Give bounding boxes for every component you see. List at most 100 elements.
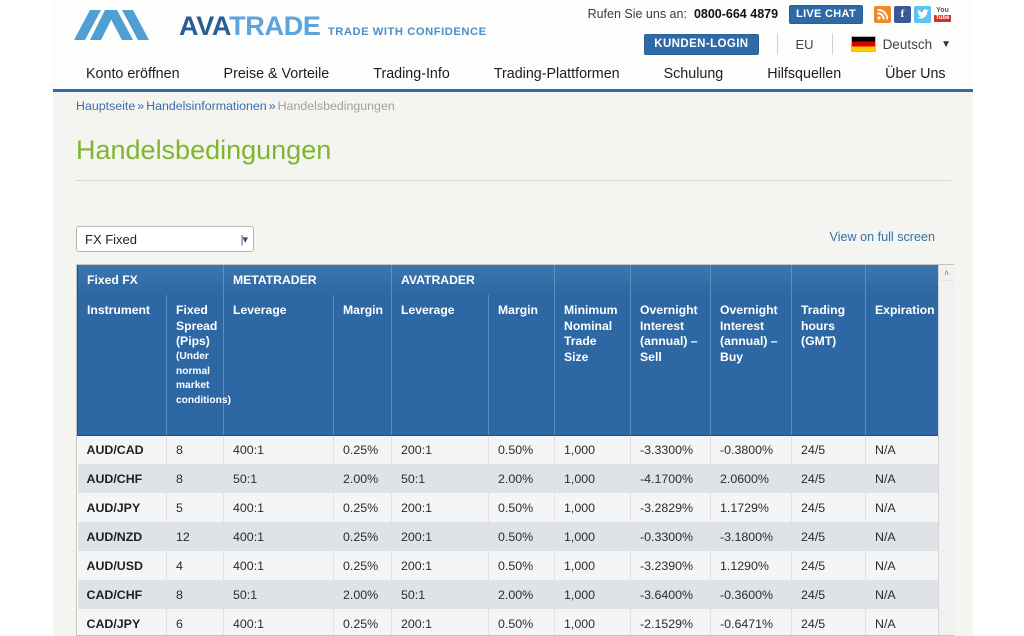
table-cell: 0.50% bbox=[488, 493, 556, 522]
col-header-mt-margin[interactable]: Margin bbox=[333, 295, 393, 436]
col-header-mt-leverage-label: Leverage bbox=[233, 303, 287, 317]
content-container: AVATRADE TRADE WITH CONFIDENCE Rufen Sie… bbox=[53, 0, 973, 636]
chevron-down-icon: |▾ bbox=[240, 233, 248, 246]
col-header-instrument[interactable]: Instrument bbox=[77, 295, 167, 436]
table-row: CAD/CHF 8 50:1 2.00% 50:1 2.00% 1,000 -3.6400% -… bbox=[77, 580, 938, 609]
title-divider bbox=[76, 180, 951, 181]
col-header-av-leverage-label: Leverage bbox=[401, 303, 455, 317]
table-cell: 50:1 bbox=[223, 580, 335, 609]
page-root: AVATRADE TRADE WITH CONFIDENCE Rufen Sie… bbox=[0, 0, 1024, 636]
col-header-av-leverage[interactable]: Leverage bbox=[391, 295, 490, 436]
table-cell: 24/5 bbox=[791, 551, 867, 580]
twitter-icon[interactable] bbox=[914, 5, 931, 23]
breadcrumb-separator: » bbox=[268, 99, 276, 113]
table-cell-instrument: AUD/CAD bbox=[77, 435, 167, 464]
page-title: Handelsbedingungen bbox=[76, 135, 332, 165]
table-cell: 2.00% bbox=[333, 580, 393, 609]
kunden-login-button[interactable]: KUNDEN-LOGIN bbox=[644, 33, 759, 55]
table-cell: 8 bbox=[166, 464, 225, 493]
table-cell: N/A bbox=[865, 435, 938, 464]
table-cell: 6 bbox=[166, 609, 225, 635]
region-selector[interactable]: EU bbox=[796, 37, 814, 52]
nav-item-1[interactable]: Preise & Vorteile bbox=[202, 66, 352, 82]
instrument-type-select[interactable]: FX Fixed |▾ bbox=[76, 226, 254, 252]
table-cell: 1,000 bbox=[554, 551, 632, 580]
col-header-mt-margin-label: Margin bbox=[343, 303, 383, 317]
table-cell-instrument: AUD/NZD bbox=[77, 522, 167, 551]
table-cell: -3.6400% bbox=[630, 580, 712, 609]
table-cell: -3.2390% bbox=[630, 551, 712, 580]
table-cell: 0.50% bbox=[488, 609, 556, 635]
table-cell: 2.00% bbox=[488, 464, 556, 493]
live-chat-button[interactable]: LIVE CHAT bbox=[789, 4, 863, 24]
group-header-blank-5 bbox=[865, 265, 938, 295]
col-header-mt-leverage[interactable]: Leverage bbox=[223, 295, 335, 436]
group-header-blank-3 bbox=[710, 265, 793, 295]
col-header-fixed-spread-label: Fixed Spread (Pips) bbox=[176, 303, 218, 349]
col-header-trading-hours-label: Trading hours (GMT) bbox=[801, 303, 846, 349]
table-cell: 200:1 bbox=[391, 609, 490, 635]
table-group-header-row: Fixed FX METATRADER AVATRADER bbox=[77, 265, 938, 295]
table-cell: 0.25% bbox=[333, 435, 393, 464]
table-cell: 24/5 bbox=[791, 493, 867, 522]
nav-item-0[interactable]: Konto eröffnen bbox=[76, 66, 202, 82]
group-header-blank-4 bbox=[791, 265, 867, 295]
col-header-overnight-interest-sell-label: Overnight Interest (annual) – Sell bbox=[640, 303, 698, 364]
nav-item-2[interactable]: Trading-Info bbox=[351, 66, 472, 82]
nav-item-4[interactable]: Schulung bbox=[642, 66, 746, 82]
breadcrumb-section[interactable]: Handelsinformationen bbox=[146, 99, 267, 113]
main-navigation: Konto eröffnen Preise & Vorteile Trading… bbox=[53, 58, 973, 92]
language-selector[interactable]: Deutsch ▼ bbox=[850, 36, 951, 52]
col-header-av-margin[interactable]: Margin bbox=[488, 295, 556, 436]
table-cell: 0.50% bbox=[488, 435, 556, 464]
youtube-icon[interactable]: You Tube bbox=[934, 5, 951, 23]
table-cell: 2.0600% bbox=[710, 464, 793, 493]
rss-icon[interactable] bbox=[874, 5, 891, 23]
col-header-overnight-interest-buy[interactable]: Overnight Interest (annual) – Buy bbox=[710, 295, 793, 436]
breadcrumb-separator: » bbox=[137, 99, 145, 113]
table-row: AUD/NZD 12 400:1 0.25% 200:1 0.50% 1,000 -0.330… bbox=[77, 522, 938, 551]
table-cell: 1,000 bbox=[554, 464, 632, 493]
nav-item-5[interactable]: Hilfsquellen bbox=[745, 66, 863, 82]
breadcrumb-home[interactable]: Hauptseite bbox=[76, 99, 135, 113]
group-header-metatrader: METATRADER bbox=[223, 265, 393, 295]
table-cell: 24/5 bbox=[791, 580, 867, 609]
col-header-min-nominal-trade-size[interactable]: Minimum Nominal Trade Size bbox=[554, 295, 632, 436]
table-head: Fixed FX METATRADER AVATRADER Instrument… bbox=[77, 265, 938, 436]
table-cell: 0.25% bbox=[333, 609, 393, 635]
table-body: AUD/CAD 8 400:1 0.25% 200:1 0.50% 1,000 -3.3300… bbox=[77, 435, 938, 635]
table-cell: N/A bbox=[865, 551, 938, 580]
table-cell: -0.3600% bbox=[710, 580, 793, 609]
col-header-fixed-spread[interactable]: Fixed Spread (Pips) (Under normal market … bbox=[165, 295, 231, 436]
table-cell: 4 bbox=[166, 551, 225, 580]
nav-item-6[interactable]: Über Uns bbox=[863, 66, 967, 82]
col-header-av-margin-label: Margin bbox=[498, 303, 538, 317]
trading-conditions-table-wrapper: Fixed FX METATRADER AVATRADER Instrument… bbox=[76, 264, 954, 636]
nav-item-3[interactable]: Trading-Plattformen bbox=[472, 66, 642, 82]
facebook-icon[interactable]: f bbox=[894, 5, 911, 23]
view-on-full-screen-link[interactable]: View on full screen bbox=[830, 230, 935, 244]
col-header-trading-hours[interactable]: Trading hours (GMT) bbox=[791, 295, 867, 436]
chevron-down-icon: ▼ bbox=[941, 38, 951, 50]
col-header-fixed-spread-note: (Under normal market conditions) bbox=[176, 350, 231, 407]
col-header-overnight-interest-buy-label: Overnight Interest (annual) – Buy bbox=[720, 303, 778, 364]
scroll-up-arrow-icon[interactable]: ∧ bbox=[939, 265, 954, 281]
trading-conditions-table: Fixed FX METATRADER AVATRADER Instrument… bbox=[77, 265, 938, 635]
table-cell-instrument: AUD/JPY bbox=[77, 493, 167, 522]
col-header-expiration[interactable]: Expiration bbox=[865, 295, 938, 436]
group-header-blank-2 bbox=[630, 265, 712, 295]
table-vertical-scrollbar[interactable]: ∧ bbox=[938, 265, 954, 635]
social-links: f You Tube bbox=[874, 5, 951, 23]
table-cell: -2.1529% bbox=[630, 609, 712, 635]
table-cell-instrument: CAD/CHF bbox=[77, 580, 167, 609]
col-header-expiration-label: Expiration bbox=[875, 303, 935, 317]
table-scroll-area[interactable]: Fixed FX METATRADER AVATRADER Instrument… bbox=[77, 265, 938, 635]
table-cell: 400:1 bbox=[223, 493, 335, 522]
logo-word-trade: TRADE bbox=[229, 11, 321, 41]
col-header-min-nominal-trade-size-label: Minimum Nominal Trade Size bbox=[564, 303, 618, 364]
site-logo[interactable]: AVATRADE TRADE WITH CONFIDENCE bbox=[74, 6, 487, 47]
table-cell: 200:1 bbox=[391, 522, 490, 551]
table-cell: 1,000 bbox=[554, 522, 632, 551]
col-header-overnight-interest-sell[interactable]: Overnight Interest (annual) – Sell bbox=[630, 295, 712, 436]
table-row: CAD/JPY 6 400:1 0.25% 200:1 0.50% 1,000 -2.1529… bbox=[77, 609, 938, 635]
